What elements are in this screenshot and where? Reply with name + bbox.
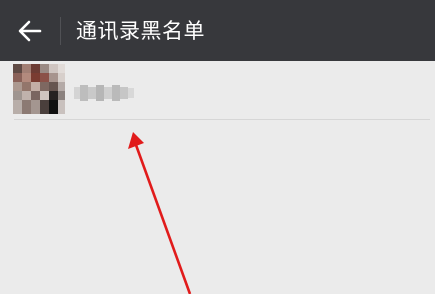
- arrow-left-icon: [18, 20, 42, 42]
- app-window: 通讯录黑名单: [0, 0, 435, 294]
- title-bar: 通讯录黑名单: [0, 0, 435, 61]
- contact-name-blurred: [74, 85, 134, 101]
- blacklist-item[interactable]: [0, 61, 435, 120]
- avatar: [13, 64, 65, 114]
- title-divider: [60, 17, 61, 45]
- page-title: 通讯录黑名单: [76, 19, 205, 43]
- back-button[interactable]: [10, 13, 50, 49]
- list-divider: [14, 119, 430, 120]
